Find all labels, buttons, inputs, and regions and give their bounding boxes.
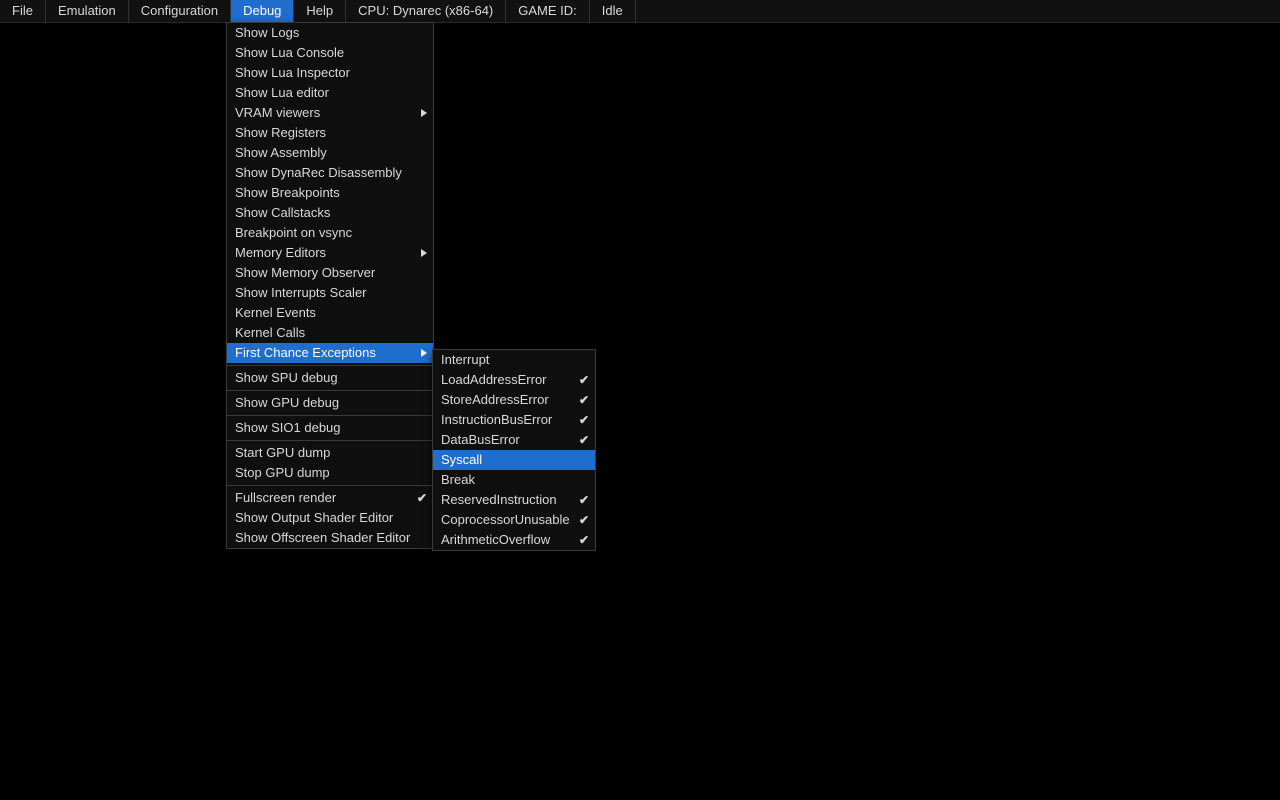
status-game-id: GAME ID: [506,0,590,22]
menu-item-label: Kernel Calls [235,325,305,340]
menu-item-label: Memory Editors [235,245,326,260]
menu-item[interactable]: InstructionBusError ✔ [433,410,595,430]
menu-separator [227,365,433,366]
menu-item[interactable]: Kernel Calls [227,323,433,343]
menu-item-label: Show Output Shader Editor [235,510,393,525]
menu-item-label: InstructionBusError [441,412,552,427]
check-icon: ✔ [579,392,589,408]
menu-item-label: Break [441,472,475,487]
menu-item[interactable]: Show Memory Observer [227,263,433,283]
menu-separator [227,415,433,416]
menu-debug[interactable]: Debug [231,0,294,22]
check-icon: ✔ [417,490,427,506]
menu-item[interactable]: VRAM viewers [227,103,433,123]
menu-item[interactable]: Show SIO1 debug [227,418,433,438]
menu-item-label: CoprocessorUnusable [441,512,570,527]
menu-item-label: ReservedInstruction [441,492,557,507]
menu-item[interactable]: Show Output Shader Editor [227,508,433,528]
menu-separator [227,390,433,391]
menu-item[interactable]: Show Registers [227,123,433,143]
menu-file[interactable]: File [0,0,46,22]
check-icon: ✔ [579,372,589,388]
menu-item-label: DataBusError [441,432,520,447]
menu-item-label: Show Breakpoints [235,185,340,200]
menu-item[interactable]: StoreAddressError ✔ [433,390,595,410]
status-cpu: CPU: Dynarec (x86-64) [346,0,506,22]
menu-item[interactable]: Show Logs [227,23,433,43]
submenu-arrow-icon [421,349,427,357]
submenu-arrow-icon [421,249,427,257]
menubar: File Emulation Configuration Debug Help … [0,0,1280,23]
menu-item[interactable]: ArithmeticOverflow ✔ [433,530,595,550]
menu-item[interactable]: Show Breakpoints [227,183,433,203]
menu-item-label: Show SIO1 debug [235,420,341,435]
menu-item-label: Show Lua Console [235,45,344,60]
menu-item[interactable]: DataBusError ✔ [433,430,595,450]
check-icon: ✔ [579,412,589,428]
menu-item-label: VRAM viewers [235,105,320,120]
menu-item-label: Breakpoint on vsync [235,225,352,240]
menu-item-label: Show Lua Inspector [235,65,350,80]
menu-item[interactable]: CoprocessorUnusable ✔ [433,510,595,530]
menu-item-label: Interrupt [441,352,489,367]
menu-item-label: Show Assembly [235,145,327,160]
menu-item-label: LoadAddressError [441,372,547,387]
menu-item[interactable]: Show DynaRec Disassembly [227,163,433,183]
menu-item-label: Show GPU debug [235,395,339,410]
menu-item[interactable]: Show Offscreen Shader Editor [227,528,433,548]
menu-item[interactable]: Show Assembly [227,143,433,163]
menu-item-label: Show Registers [235,125,326,140]
menu-item[interactable]: Show SPU debug [227,368,433,388]
menu-help[interactable]: Help [294,0,346,22]
menu-item[interactable]: Fullscreen render ✔ [227,488,433,508]
menu-item-label: Show DynaRec Disassembly [235,165,402,180]
menu-item-label: Show Callstacks [235,205,330,220]
menu-item-label: StoreAddressError [441,392,549,407]
menu-item[interactable]: Break [433,470,595,490]
menu-item-label: Start GPU dump [235,445,330,460]
menu-item[interactable]: Show Lua editor [227,83,433,103]
menu-item-label: Show Offscreen Shader Editor [235,530,410,545]
menu-item[interactable]: Show GPU debug [227,393,433,413]
menu-item[interactable]: Memory Editors [227,243,433,263]
check-icon: ✔ [579,492,589,508]
menu-item[interactable]: Breakpoint on vsync [227,223,433,243]
debug-dropdown: Show Logs Show Lua Console Show Lua Inspec… [226,22,434,549]
menu-item-label: Show Logs [235,25,299,40]
submenu-arrow-icon [421,109,427,117]
menu-item-label: Show Interrupts Scaler [235,285,367,300]
menu-item-label: First Chance Exceptions [235,345,376,360]
check-icon: ✔ [579,532,589,548]
menu-item-label: Syscall [441,452,482,467]
menu-item[interactable]: Interrupt [433,350,595,370]
check-icon: ✔ [579,512,589,528]
menu-item-label: ArithmeticOverflow [441,532,550,547]
menu-item[interactable]: ReservedInstruction ✔ [433,490,595,510]
menu-item[interactable]: Show Lua Inspector [227,63,433,83]
menu-item-label: Show Lua editor [235,85,329,100]
menu-item[interactable]: Syscall [433,450,595,470]
menu-configuration[interactable]: Configuration [129,0,231,22]
menu-item-label: Stop GPU dump [235,465,330,480]
menu-separator [227,440,433,441]
menu-item-label: Show Memory Observer [235,265,375,280]
menu-item-label: Fullscreen render [235,490,336,505]
first-chance-exceptions-submenu: InterruptLoadAddressError✔StoreAddressEr… [432,349,596,551]
menu-separator [227,485,433,486]
menu-item[interactable]: Show Interrupts Scaler [227,283,433,303]
status-idle: Idle [590,0,636,22]
menu-item[interactable]: Show Callstacks [227,203,433,223]
menu-item[interactable]: First Chance Exceptions [227,343,433,363]
menu-item[interactable]: Kernel Events [227,303,433,323]
menu-emulation[interactable]: Emulation [46,0,129,22]
menu-item[interactable]: Start GPU dump [227,443,433,463]
menu-item[interactable]: Show Lua Console [227,43,433,63]
menu-item-label: Show SPU debug [235,370,338,385]
menu-item-label: Kernel Events [235,305,316,320]
check-icon: ✔ [579,432,589,448]
menu-item[interactable]: Stop GPU dump [227,463,433,483]
menu-item[interactable]: LoadAddressError ✔ [433,370,595,390]
